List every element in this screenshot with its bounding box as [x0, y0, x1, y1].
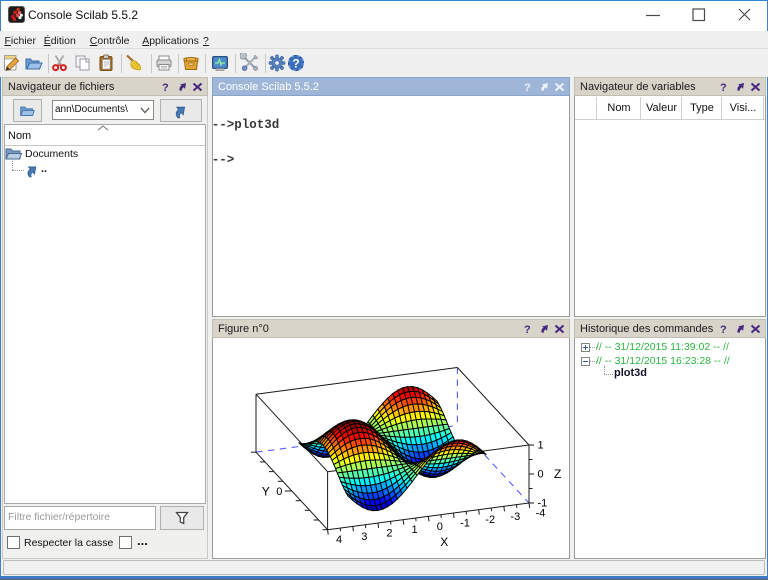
svg-text:X: X: [440, 535, 448, 549]
svg-text:-2: -2: [485, 514, 495, 526]
svg-text:2: 2: [386, 528, 392, 540]
svg-text:?: ?: [162, 82, 169, 92]
svg-text:?: ?: [524, 82, 531, 92]
svg-text:-1: -1: [460, 518, 470, 530]
svg-text:-3: -3: [510, 511, 520, 523]
svg-text:3: 3: [361, 531, 367, 543]
svg-text:?: ?: [720, 324, 727, 334]
svg-text:1: 1: [412, 524, 418, 536]
svg-text:?: ?: [524, 324, 531, 334]
svg-text:?: ?: [720, 82, 727, 92]
svg-text:-1: -1: [538, 498, 548, 510]
svg-text:Z: Z: [554, 467, 561, 481]
svg-text:0: 0: [538, 469, 544, 481]
svg-text:?: ?: [292, 57, 299, 71]
svg-text:0: 0: [276, 486, 282, 498]
svg-text:0: 0: [437, 521, 443, 533]
svg-text:Y: Y: [262, 485, 270, 499]
svg-text:4: 4: [336, 534, 342, 546]
svg-text:1: 1: [538, 440, 544, 452]
